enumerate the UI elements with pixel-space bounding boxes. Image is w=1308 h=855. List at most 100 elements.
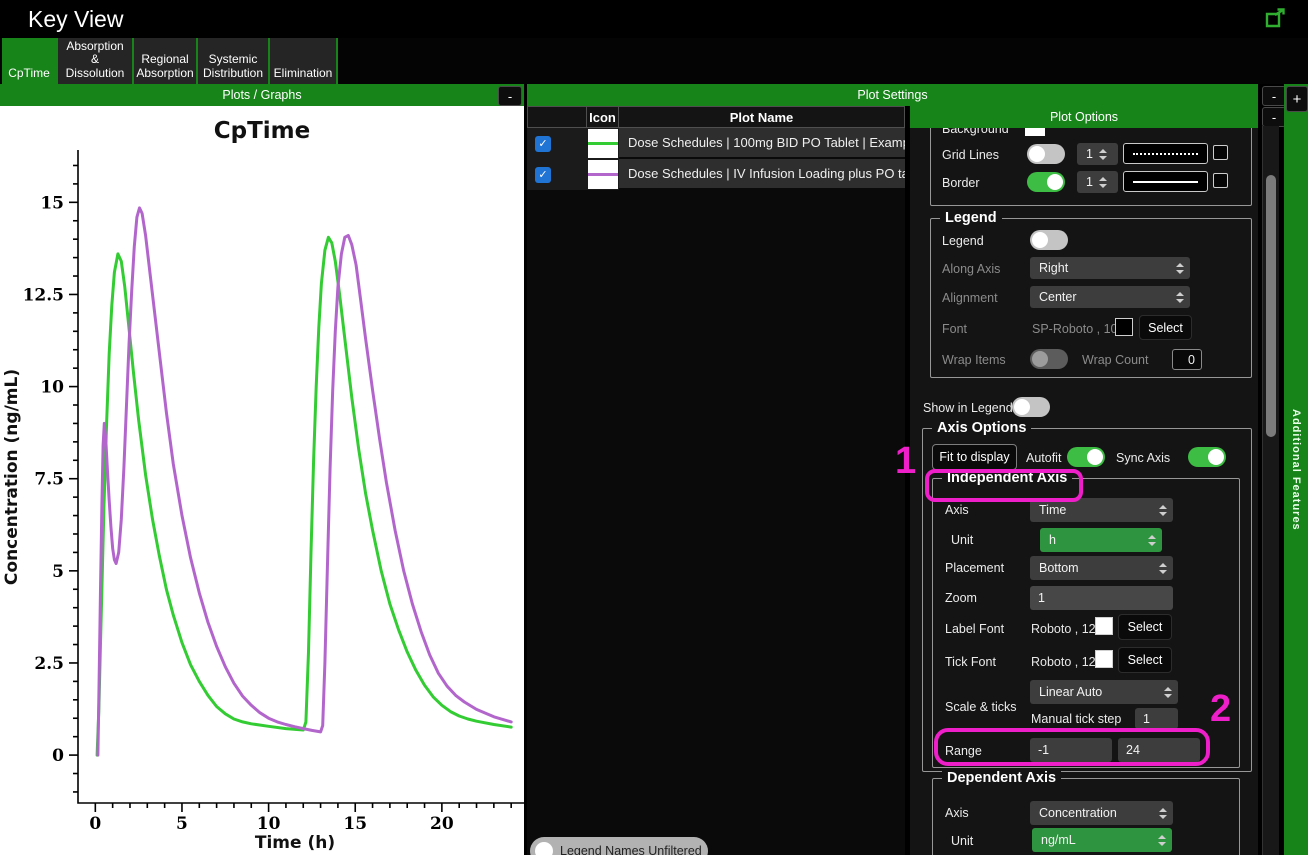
- stepper-arrows-icon[interactable]: [1099, 149, 1107, 160]
- tab-bar: CpTime Absorption & Dissolution Regional…: [0, 38, 1308, 84]
- svg-text:20: 20: [430, 814, 454, 834]
- series-line-swatch: [588, 160, 618, 189]
- scale-ticks-label: Scale & ticks: [945, 700, 1017, 714]
- cptime-chart[interactable]: CpTime Time (h) Concentration (ng/mL) 05…: [0, 106, 524, 855]
- fit-to-display-button[interactable]: Fit to display: [932, 444, 1017, 470]
- svg-text:15: 15: [343, 814, 367, 834]
- annotation-number-2: 2: [1210, 688, 1231, 731]
- tab-systemic-distribution[interactable]: Systemic Distribution: [198, 38, 268, 84]
- autofit-toggle[interactable]: [1067, 447, 1105, 467]
- tab-absorption-dissolution[interactable]: Absorption & Dissolution: [58, 38, 132, 84]
- label-font-label: Label Font: [945, 622, 1004, 636]
- scrollbar-thumb[interactable]: [1266, 175, 1276, 437]
- dropdown-arrows-icon: [1158, 835, 1166, 846]
- tick-font-color-swatch[interactable]: [1095, 650, 1113, 668]
- along-axis-dropdown[interactable]: Right: [1030, 257, 1190, 279]
- border-line-style-preview[interactable]: [1123, 171, 1208, 192]
- label-font-select-button[interactable]: Select: [1118, 614, 1172, 640]
- legend-toggle[interactable]: [1030, 230, 1068, 250]
- dependent-axis-title: Dependent Axis: [942, 770, 1061, 786]
- border-color-checkbox[interactable]: [1213, 173, 1228, 188]
- plot-name[interactable]: Dose Schedules | 100mg BID PO Tablet | E…: [619, 128, 905, 159]
- plot-settings-collapse-button[interactable]: -: [1262, 86, 1286, 106]
- open-external-icon[interactable]: [1264, 7, 1288, 29]
- tab-elimination[interactable]: Elimination: [270, 38, 336, 84]
- table-header-row: Icon Plot Name: [527, 106, 905, 128]
- tab-cptime[interactable]: CpTime: [2, 38, 56, 84]
- wrap-count-input[interactable]: 0: [1172, 349, 1202, 370]
- legend-font-color-swatch[interactable]: [1115, 318, 1133, 336]
- grid-lines-toggle[interactable]: [1027, 144, 1065, 164]
- svg-text:5: 5: [176, 814, 188, 834]
- legend-font-select-button[interactable]: Select: [1139, 315, 1192, 340]
- table-row: ✓ Dose Schedules | IV Infusion Loading p…: [527, 159, 905, 190]
- stepper-arrows-icon[interactable]: [1099, 177, 1107, 188]
- y-axis-label: Concentration (ng/mL): [2, 369, 22, 585]
- zoom-value: 1: [1038, 591, 1045, 605]
- dependent-axis-dropdown[interactable]: Concentration: [1030, 801, 1173, 825]
- sync-axis-label: Sync Axis: [1116, 451, 1170, 465]
- plot-settings-header: Plot Settings: [527, 84, 1258, 106]
- solid-line-icon: [1133, 181, 1198, 183]
- legend-label: Legend: [942, 234, 984, 248]
- dropdown-arrows-icon: [1176, 292, 1184, 303]
- alignment-dropdown[interactable]: Center: [1030, 286, 1190, 308]
- plots-graphs-collapse-button[interactable]: -: [498, 86, 522, 106]
- legend-names-filter-toggle[interactable]: Legend Names Unfiltered: [530, 837, 708, 855]
- table-row: ✓ Dose Schedules | 100mg BID PO Tablet |…: [527, 128, 905, 159]
- svg-text:15: 15: [40, 193, 64, 213]
- additional-features-rail[interactable]: Additional Features: [1284, 84, 1308, 855]
- tab-regional-absorption[interactable]: Regional Absorption: [134, 38, 196, 84]
- checkmark-icon: ✓: [538, 137, 547, 150]
- row-visible-checkbox[interactable]: ✓: [535, 136, 551, 152]
- along-axis-label: Along Axis: [942, 262, 1000, 276]
- additional-features-expand-button[interactable]: +: [1286, 86, 1308, 112]
- row-icon-cell: [587, 159, 619, 190]
- dependent-axis-value: Concentration: [1039, 806, 1117, 820]
- alignment-label: Alignment: [942, 291, 998, 305]
- legend-group-title: Legend: [940, 210, 1002, 226]
- plot-options-scrollbar[interactable]: [1262, 126, 1279, 855]
- svg-text:7.5: 7.5: [34, 470, 64, 490]
- dropdown-arrows-icon: [1159, 563, 1167, 574]
- manual-tick-step-input[interactable]: 1: [1135, 708, 1178, 729]
- grid-line-style-preview[interactable]: [1123, 143, 1208, 164]
- border-width-stepper[interactable]: 1: [1077, 171, 1118, 193]
- grid-lines-width-stepper[interactable]: 1: [1077, 143, 1118, 165]
- svg-text:10: 10: [257, 814, 281, 834]
- tick-font-select-button[interactable]: Select: [1118, 647, 1172, 673]
- checkmark-icon: ✓: [538, 168, 547, 181]
- scale-value: Linear Auto: [1039, 685, 1102, 699]
- independent-unit-dropdown[interactable]: h: [1040, 528, 1162, 552]
- chart-title: CpTime: [214, 118, 310, 144]
- svg-text:5: 5: [52, 562, 64, 582]
- label-font-color-swatch[interactable]: [1095, 617, 1113, 635]
- wrap-items-toggle[interactable]: [1030, 349, 1068, 369]
- dependent-unit-dropdown[interactable]: ng/mL: [1032, 828, 1172, 852]
- sync-axis-toggle[interactable]: [1188, 447, 1226, 467]
- row-visible-checkbox[interactable]: ✓: [535, 167, 551, 183]
- placement-dropdown[interactable]: Bottom: [1030, 556, 1173, 580]
- zoom-input[interactable]: 1: [1030, 586, 1173, 610]
- additional-features-label: Additional Features: [1290, 409, 1302, 531]
- column-header-plot-name: Plot Name: [619, 106, 905, 128]
- show-in-legend-label: Show in Legend: [923, 401, 1013, 415]
- plot-name[interactable]: Dose Schedules | IV Infusion Loading plu…: [619, 159, 905, 190]
- plot-options-collapse-button[interactable]: -: [1262, 107, 1286, 127]
- title-bar: Key View: [0, 0, 1308, 38]
- dropdown-arrows-icon: [1159, 808, 1167, 819]
- scale-dropdown[interactable]: Linear Auto: [1030, 680, 1178, 704]
- wrap-items-label: Wrap Items: [942, 353, 1006, 367]
- tab-strip: CpTime Absorption & Dissolution Regional…: [2, 38, 338, 84]
- plots-graphs-title: Plots / Graphs: [222, 88, 301, 102]
- dotted-line-icon: [1133, 153, 1198, 155]
- row-visible-cell: ✓: [527, 128, 587, 159]
- plot-options-title: Plot Options: [1050, 110, 1118, 124]
- toggle-knob-icon: [535, 842, 553, 855]
- dependent-axis-label: Axis: [945, 806, 969, 820]
- border-toggle[interactable]: [1027, 172, 1065, 192]
- plot-settings-panel: Icon Plot Name ✓ Dose Schedules | 100mg …: [527, 106, 905, 855]
- placement-value: Bottom: [1039, 561, 1079, 575]
- show-in-legend-toggle[interactable]: [1012, 397, 1050, 417]
- grid-lines-color-checkbox[interactable]: [1213, 145, 1228, 160]
